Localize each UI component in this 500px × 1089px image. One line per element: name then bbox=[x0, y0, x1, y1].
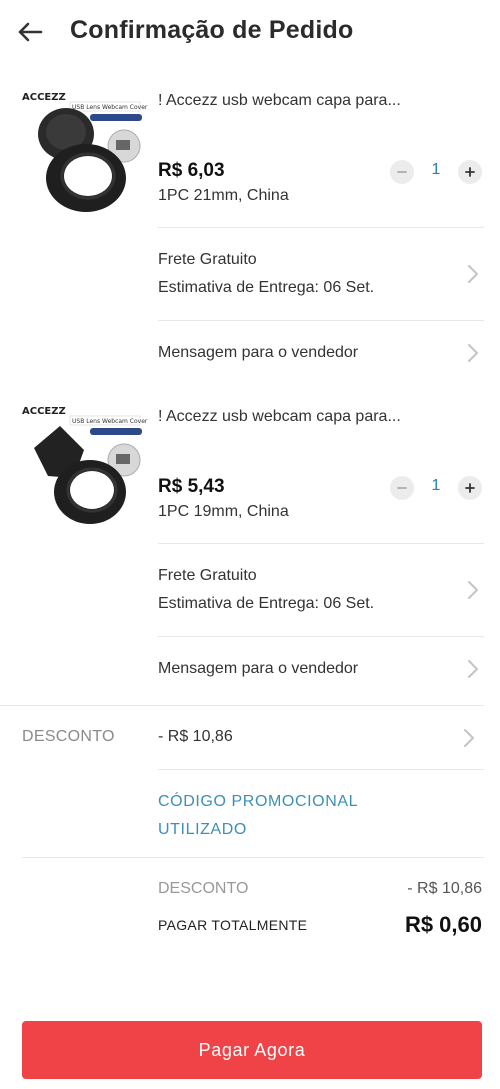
divider bbox=[158, 769, 484, 770]
chevron-right-icon bbox=[468, 581, 478, 599]
divider bbox=[22, 857, 484, 858]
increase-quantity-button[interactable] bbox=[458, 476, 482, 500]
minus-icon bbox=[397, 171, 407, 173]
decrease-quantity-button[interactable] bbox=[390, 476, 414, 500]
product-variant: 1PC 19mm, China bbox=[158, 503, 289, 520]
seller-message-row[interactable]: Mensagem para o vendedor bbox=[158, 655, 484, 685]
delivery-estimate: Estimativa de Entrega: 06 Set. bbox=[158, 595, 375, 612]
total-label: PAGAR TOTALMENTE bbox=[158, 917, 308, 933]
summary-discount-label: DESCONTO bbox=[158, 880, 249, 897]
shipping-label: Frete Gratuito bbox=[158, 567, 257, 584]
svg-text:USB Lens Webcam Cover: USB Lens Webcam Cover bbox=[72, 104, 148, 111]
increase-quantity-button[interactable] bbox=[458, 160, 482, 184]
discount-value[interactable]: - R$ 10,86 bbox=[158, 728, 233, 746]
chevron-right-icon bbox=[468, 660, 478, 678]
pay-now-button[interactable]: Pagar Agora bbox=[22, 1021, 482, 1079]
product-title[interactable]: ! Accezz usb webcam capa para... bbox=[158, 92, 458, 110]
delivery-estimate: Estimativa de Entrega: 06 Set. bbox=[158, 279, 375, 296]
back-button[interactable] bbox=[14, 16, 46, 48]
order-item: ACCEZZ USB Lens Webcam Cover ! Accezz us… bbox=[0, 396, 500, 716]
product-title[interactable]: ! Accezz usb webcam capa para... bbox=[158, 408, 458, 426]
chevron-right-icon[interactable] bbox=[462, 727, 476, 749]
brand-logo: ACCEZZ bbox=[22, 92, 66, 103]
quantity-value: 1 bbox=[431, 161, 441, 178]
seller-message-label: Mensagem para o vendedor bbox=[158, 344, 359, 361]
order-item: ACCEZZ USB Lens Webcam Cover ! Accezz us… bbox=[0, 80, 500, 400]
chevron-right-icon bbox=[468, 344, 478, 362]
shipping-row[interactable]: Frete Gratuito Estimativa de Entrega: 06… bbox=[158, 562, 484, 622]
shipping-row[interactable]: Frete Gratuito Estimativa de Entrega: 06… bbox=[158, 246, 484, 306]
shipping-label: Frete Gratuito bbox=[158, 251, 257, 268]
product-image[interactable]: ACCEZZ USB Lens Webcam Cover bbox=[20, 86, 148, 214]
product-price: R$ 6,03 bbox=[158, 160, 225, 181]
brand-logo: ACCEZZ bbox=[22, 406, 66, 417]
quantity-value: 1 bbox=[431, 477, 441, 494]
seller-message-label: Mensagem para o vendedor bbox=[158, 660, 359, 677]
header-bar: Confirmação de Pedido bbox=[0, 0, 500, 66]
decrease-quantity-button[interactable] bbox=[390, 160, 414, 184]
plus-icon bbox=[465, 167, 475, 177]
seller-message-row[interactable]: Mensagem para o vendedor bbox=[158, 339, 484, 369]
product-variant: 1PC 21mm, China bbox=[158, 187, 289, 204]
summary-discount-value: - R$ 10,86 bbox=[407, 880, 482, 897]
minus-icon bbox=[397, 487, 407, 489]
arrow-left-icon bbox=[18, 22, 43, 42]
divider bbox=[158, 636, 484, 637]
divider bbox=[0, 705, 484, 706]
product-image[interactable]: ACCEZZ USB Lens Webcam Cover bbox=[20, 400, 148, 528]
discount-label: DESCONTO bbox=[22, 728, 115, 745]
quantity-stepper: 1 bbox=[390, 473, 484, 503]
chevron-right-icon bbox=[468, 265, 478, 283]
svg-text:USB Lens Webcam Cover: USB Lens Webcam Cover bbox=[72, 418, 148, 425]
promo-code-link[interactable]: CÓDIGO PROMOCIONAL UTILIZADO bbox=[158, 788, 418, 844]
total-value: R$ 0,60 bbox=[404, 912, 482, 937]
divider bbox=[158, 320, 484, 321]
divider bbox=[158, 543, 484, 544]
product-price: R$ 5,43 bbox=[158, 476, 225, 497]
quantity-stepper: 1 bbox=[390, 157, 484, 187]
divider bbox=[158, 227, 484, 228]
plus-icon bbox=[465, 483, 475, 493]
page-title: Confirmação de Pedido bbox=[70, 16, 354, 44]
